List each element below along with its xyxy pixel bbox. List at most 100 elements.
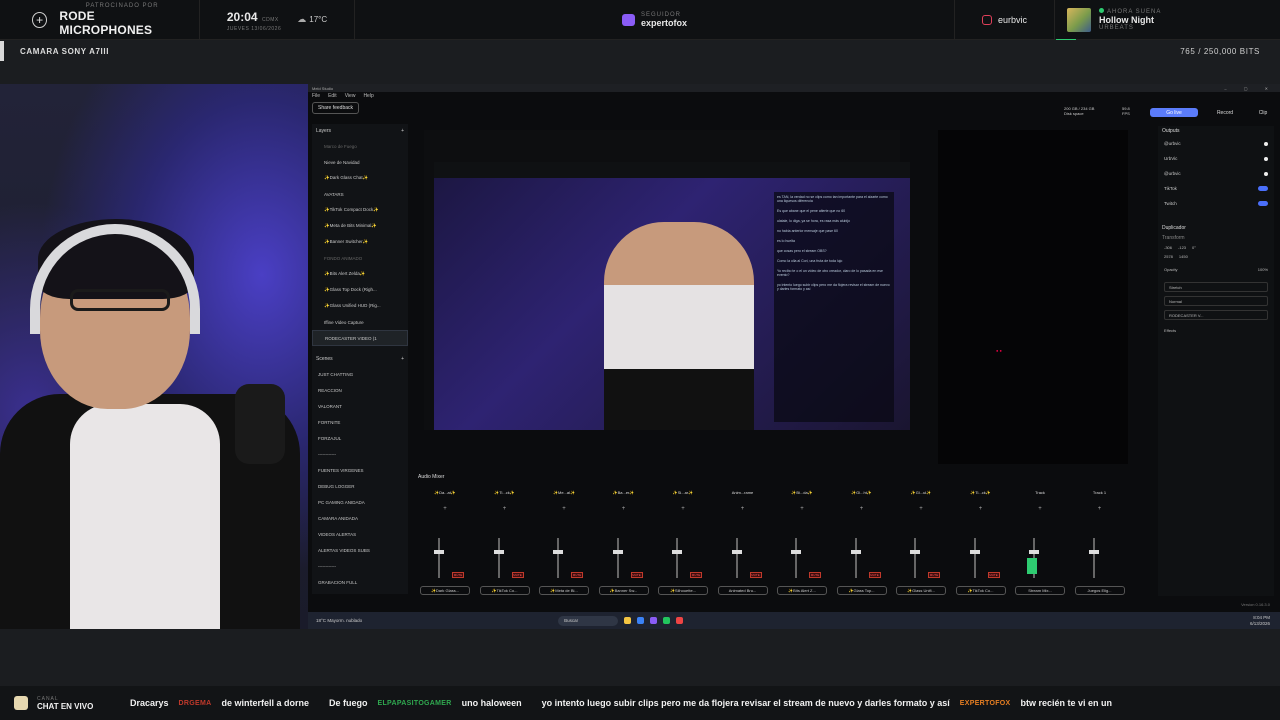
channel-source[interactable]: Stream Mix... xyxy=(1015,586,1065,595)
output-row[interactable]: Twitch xyxy=(1158,196,1274,211)
layer-item[interactable]: Iffine Video Capture xyxy=(312,314,408,330)
scene-item[interactable]: ------------ xyxy=(312,558,408,574)
layer-item[interactable]: ✨Glass Unified HUD (Rig... xyxy=(312,298,408,314)
channel-add-icon[interactable]: + xyxy=(1073,506,1127,512)
go-live-button[interactable]: Go live xyxy=(1150,108,1198,117)
weather-widget[interactable]: 18°C Mayorm. nublado xyxy=(316,618,362,623)
menu-view[interactable]: View xyxy=(345,93,356,99)
blend-mode-select[interactable]: Normal xyxy=(1164,296,1268,306)
scene-item[interactable]: JUST CHATTING xyxy=(312,366,408,382)
twitch-app-icon[interactable] xyxy=(650,617,658,624)
menu-edit[interactable]: Edit xyxy=(328,93,337,99)
folder-icon[interactable] xyxy=(624,617,632,624)
layer-item[interactable]: RODECASTER VIDEO (1 xyxy=(312,330,408,346)
scene-item[interactable]: ------------ xyxy=(312,446,408,462)
scene-item[interactable]: FORZAJUL xyxy=(312,430,408,446)
scene-item[interactable]: ALERTAS VIDEOS SUBS xyxy=(312,542,408,558)
mute-button[interactable]: MUTE xyxy=(571,572,583,578)
fader-knob[interactable] xyxy=(850,550,861,554)
channel-add-icon[interactable]: + xyxy=(954,506,1008,512)
fader-knob[interactable] xyxy=(434,550,444,554)
size-w[interactable]: 2578 xyxy=(1164,254,1173,259)
fader-knob[interactable] xyxy=(969,550,980,554)
output-row[interactable]: @urbvic xyxy=(1158,166,1274,181)
record-button[interactable]: Record xyxy=(1208,108,1242,117)
channel-source[interactable]: ✨Banner Sw... xyxy=(598,586,649,595)
scene-item[interactable]: CAMARA ANIDADA xyxy=(312,510,408,526)
taskbar-search[interactable]: Buscar xyxy=(558,615,619,626)
scene-canvas[interactable]: es TAN, la verdad no se clips como tan i… xyxy=(424,130,910,430)
scene-item[interactable]: FORTNITE xyxy=(312,414,408,430)
layer-item[interactable]: FONDO ANIMADO xyxy=(312,250,408,266)
pos-y[interactable]: -123 xyxy=(1178,245,1186,250)
mute-button[interactable]: MUTE xyxy=(868,572,881,578)
fader-knob[interactable] xyxy=(493,550,504,554)
share-feedback-button[interactable]: Share feedback xyxy=(312,102,360,114)
channel-add-icon[interactable]: + xyxy=(478,506,532,512)
browser-icon[interactable] xyxy=(637,617,645,624)
add-scene-icon[interactable]: + xyxy=(401,356,404,362)
scene-item[interactable]: GRABACION FULL xyxy=(312,574,408,590)
channel-add-icon[interactable]: + xyxy=(1013,506,1067,512)
record-app-icon[interactable] xyxy=(676,617,684,624)
window-controls[interactable]: – ▢ ✕ xyxy=(1224,86,1276,91)
channel-add-icon[interactable]: + xyxy=(716,506,770,512)
mute-button[interactable]: MUTE xyxy=(690,572,702,578)
scene-item[interactable]: REACCION xyxy=(312,382,408,398)
layer-item[interactable]: ✨Meta de Bits Minimal✨ xyxy=(312,218,408,234)
layer-item[interactable]: ✨Banner Switcher✨ xyxy=(312,234,408,250)
channel-add-icon[interactable]: + xyxy=(775,506,829,512)
layer-item[interactable]: ✨TikTok Compact Dock✨ xyxy=(312,202,408,218)
channel-source[interactable]: ✨Meta de Bi... xyxy=(539,586,589,595)
channel-source[interactable]: ✨TikTok Co... xyxy=(479,586,530,595)
layer-item[interactable]: AVATARS xyxy=(312,186,408,202)
layer-item[interactable]: ✨Dark Glass Chat✨ xyxy=(312,170,408,186)
mute-button[interactable]: MUTE xyxy=(630,572,643,578)
fader-knob[interactable] xyxy=(910,550,920,554)
mute-button[interactable]: MUTE xyxy=(928,572,940,578)
output-row[interactable]: @urbvic xyxy=(1158,136,1274,151)
effects-tab[interactable]: Effects xyxy=(1158,324,1274,337)
fill-mode-select[interactable]: Stretch xyxy=(1164,282,1268,292)
fader-knob[interactable] xyxy=(731,550,742,554)
layer-item[interactable]: Marco de Fuego xyxy=(312,138,408,154)
scene-item[interactable]: PC GAMING ANIDADA xyxy=(312,494,408,510)
mute-button[interactable]: MUTE xyxy=(452,572,464,578)
menu-file[interactable]: File xyxy=(312,93,320,99)
channel-source[interactable]: ✨Silhouette... xyxy=(658,586,708,595)
channel-source[interactable]: ✨TikTok Co... xyxy=(955,586,1006,595)
channel-source[interactable]: Juegos Elig... xyxy=(1074,586,1125,595)
channel-add-icon[interactable]: + xyxy=(597,506,651,512)
mute-button[interactable]: MUTE xyxy=(987,572,1000,578)
pos-x[interactable]: -306 xyxy=(1164,245,1172,250)
scene-item[interactable]: FUENTES VIRGENES xyxy=(312,462,408,478)
layer-item[interactable]: Nieve de Navidad xyxy=(312,154,408,170)
channel-add-icon[interactable]: + xyxy=(894,506,948,512)
channel-source[interactable]: ✨Bits Alert Z... xyxy=(777,586,827,595)
add-layer-icon[interactable]: + xyxy=(401,128,404,134)
fader-knob[interactable] xyxy=(791,550,801,554)
size-h[interactable]: 1450 xyxy=(1179,254,1188,259)
channel-source[interactable]: ✨Glass Unifi... xyxy=(896,586,946,595)
channel-add-icon[interactable]: + xyxy=(418,506,472,512)
fader-knob[interactable] xyxy=(612,550,623,554)
menu-help[interactable]: Help xyxy=(363,93,373,99)
output-toggle[interactable] xyxy=(1258,201,1268,206)
layer-item[interactable]: ✨Glass Top Dock (Righ... xyxy=(312,282,408,298)
output-row[interactable]: UrbVic xyxy=(1158,151,1274,166)
channel-source[interactable]: ✨Glass Top... xyxy=(836,586,887,595)
opacity-value[interactable]: 100% xyxy=(1258,267,1268,272)
scene-item[interactable]: DEBUG LOGGER xyxy=(312,478,408,494)
fader-knob[interactable] xyxy=(1088,550,1099,554)
channel-add-icon[interactable]: + xyxy=(835,506,889,512)
layer-item[interactable]: ✨Bits Alert Zelda✨ xyxy=(312,266,408,282)
fader-knob[interactable] xyxy=(553,550,563,554)
mute-button[interactable]: MUTE xyxy=(809,572,821,578)
output-toggle[interactable] xyxy=(1258,186,1268,191)
rotation[interactable]: 0° xyxy=(1192,245,1196,250)
output-row[interactable]: TikTok xyxy=(1158,181,1274,196)
channel-add-icon[interactable]: + xyxy=(537,506,591,512)
clip-button[interactable]: Clip xyxy=(1254,108,1272,117)
scene-item[interactable]: VIDEOS ALERTAS xyxy=(312,526,408,542)
fader-knob[interactable] xyxy=(672,550,682,554)
